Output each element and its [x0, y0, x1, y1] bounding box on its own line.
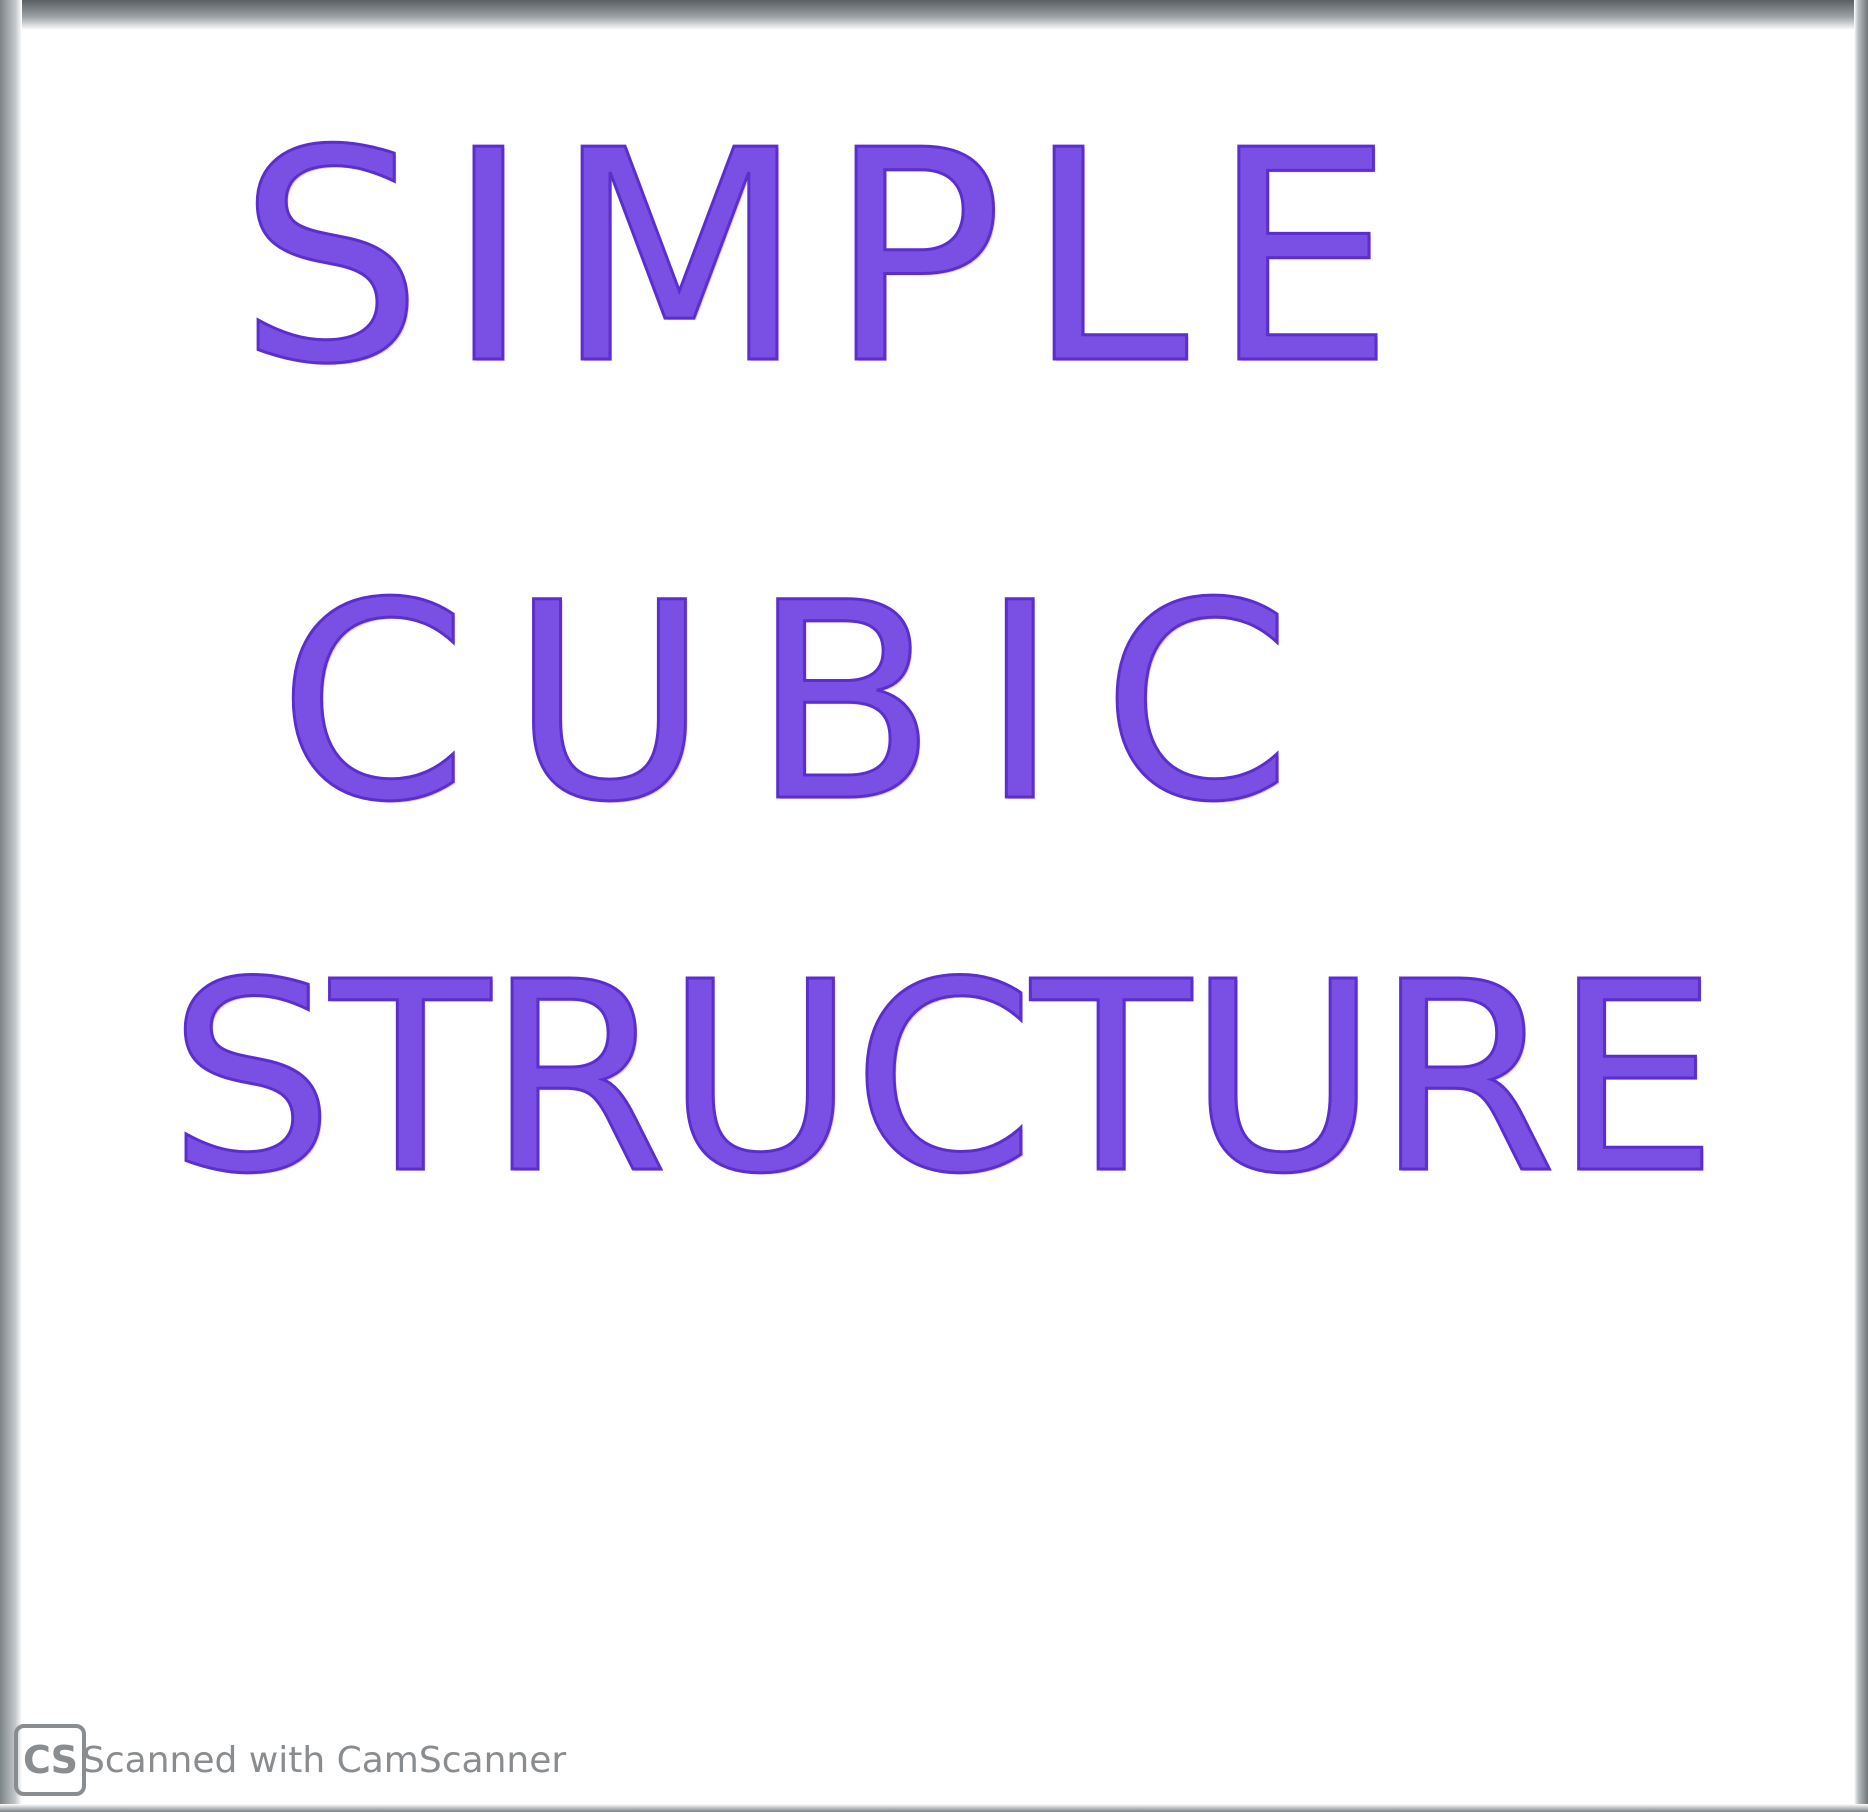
- handwritten-line-structure: STRUCTURE: [167, 926, 1720, 1231]
- camscanner-logo-icon: CS: [14, 1724, 86, 1796]
- handwritten-line-cubic: CUBIC: [277, 546, 1334, 862]
- watermark-text: Scanned with CamScanner: [82, 1739, 567, 1781]
- scanner-edge-left: [0, 0, 22, 1812]
- scanner-edge-top: [0, 0, 1868, 30]
- scanned-page: SIMPLE CUBIC STRUCTURE CS Scanned with C…: [0, 0, 1868, 1812]
- scanner-edge-bottom: [0, 1804, 1868, 1812]
- handwritten-line-simple: SIMPLE: [237, 88, 1417, 428]
- camscanner-watermark: CS Scanned with CamScanner: [14, 1724, 566, 1796]
- scanner-edge-right: [1854, 0, 1868, 1812]
